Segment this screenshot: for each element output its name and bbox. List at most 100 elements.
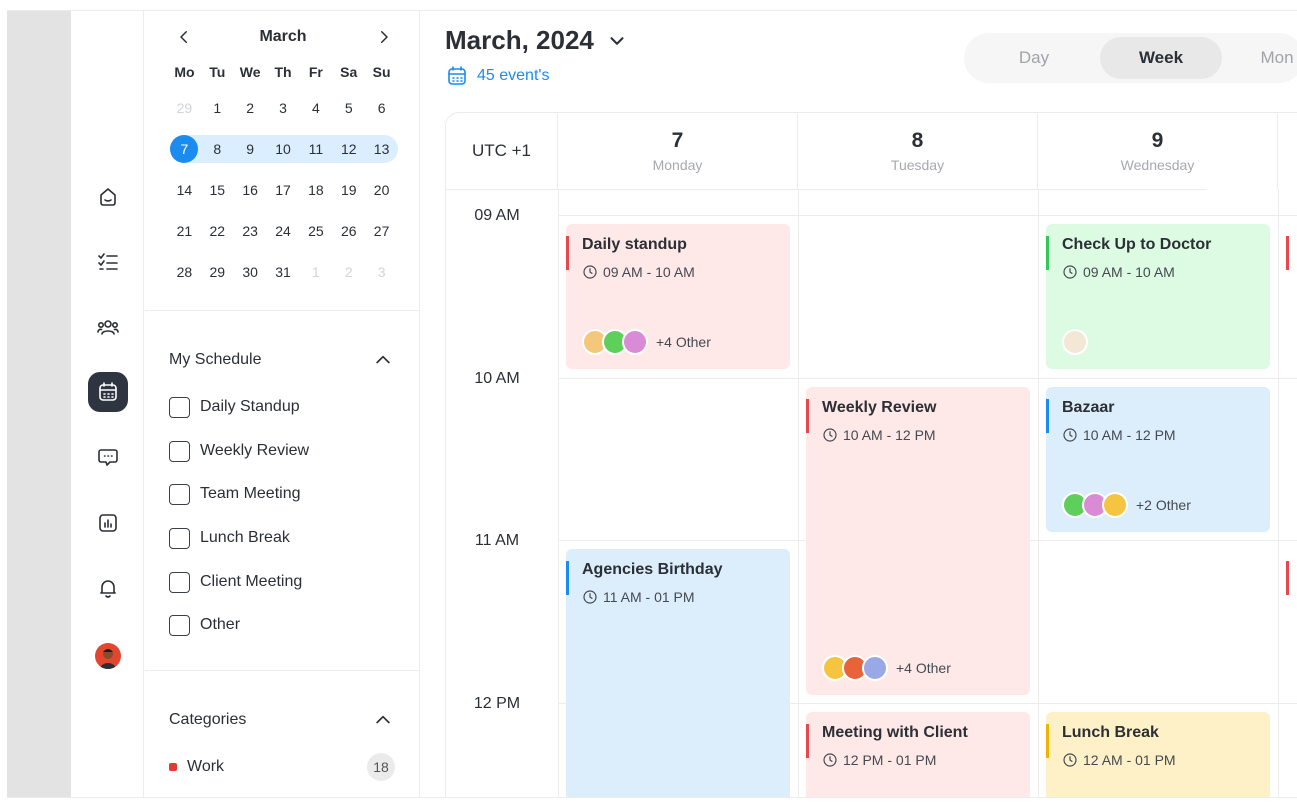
day-cell[interactable]: 18 [299, 176, 332, 204]
day-cell[interactable]: 9 [234, 135, 267, 163]
weekday-label: Su [372, 64, 391, 80]
event-time-label: 12 AM - 01 PM [1083, 752, 1176, 768]
day-cell[interactable]: 19 [332, 176, 365, 204]
day-cell[interactable]: 12 [332, 135, 365, 163]
divider [145, 670, 420, 671]
time-label: 09 AM [474, 207, 520, 224]
schedule-item-team-meeting[interactable]: Team Meeting [169, 483, 301, 505]
day-cell[interactable]: 29 [168, 94, 201, 122]
day-cell[interactable]: 25 [299, 217, 332, 245]
schedule-item-lunch-break[interactable]: Lunch Break [169, 527, 290, 549]
bell-icon[interactable] [88, 568, 128, 608]
month-selector[interactable]: March, 2024 [445, 25, 628, 56]
day-cell[interactable]: 2 [332, 258, 365, 286]
schedule-item-weekly-review[interactable]: Weekly Review [169, 440, 309, 462]
checkbox[interactable] [169, 527, 190, 549]
event-bazaar[interactable]: Bazaar 10 AM - 12 PM +2 Other [1046, 387, 1270, 532]
checkbox-label: Other [200, 616, 241, 633]
event-check-up-to-doctor[interactable]: Check Up to Doctor 09 AM - 10 AM [1046, 224, 1270, 369]
checkbox[interactable] [169, 440, 190, 462]
day-cell[interactable]: 2 [234, 94, 267, 122]
events-count[interactable]: 45 event's [445, 64, 549, 88]
schedule-item-client-meeting[interactable]: Client Meeting [169, 571, 302, 593]
day-header-wednesday[interactable]: 9 Wednesday [1038, 113, 1278, 189]
day-cell[interactable]: 1 [201, 94, 234, 122]
event-meeting-with-client[interactable]: Meeting with Client 12 PM - 01 PM [806, 712, 1030, 797]
home-icon[interactable] [88, 177, 128, 217]
day-cell[interactable]: 1 [299, 258, 332, 286]
day-cell[interactable]: 14 [168, 176, 201, 204]
event-lunch-break[interactable]: Lunch Break 12 AM - 01 PM [1046, 712, 1270, 797]
view-month-button[interactable]: Mon [1232, 37, 1297, 79]
day-cell[interactable]: 21 [168, 217, 201, 245]
team-icon[interactable] [88, 307, 128, 347]
day-name: Monday [652, 157, 703, 173]
day-cell[interactable]: 27 [365, 217, 398, 245]
checkbox[interactable] [169, 571, 190, 593]
weekday-row: Mo Tu We Th Fr Sa Su [168, 58, 398, 86]
grid-line [558, 215, 1297, 216]
event-daily-standup[interactable]: Daily standup 09 AM - 10 AM +4 Other [566, 224, 790, 369]
weekday-label: Sa [340, 64, 358, 80]
next-month-button[interactable] [372, 25, 396, 49]
calendar-small-icon [448, 66, 466, 85]
user-avatar[interactable] [95, 643, 121, 669]
day-cell[interactable]: 4 [299, 94, 332, 122]
day-cell[interactable]: 13 [365, 135, 398, 163]
day-cell[interactable]: 29 [201, 258, 234, 286]
day-cell[interactable]: 17 [267, 176, 300, 204]
categories-title: Categories [169, 711, 247, 728]
next-day-event-edge[interactable] [1286, 236, 1289, 270]
tasks-icon[interactable] [88, 242, 128, 282]
checkbox-label: Team Meeting [200, 485, 301, 502]
day-cell[interactable]: 15 [201, 176, 234, 204]
events-count-label: 45 event's [477, 67, 550, 84]
day-cell[interactable]: 22 [201, 217, 234, 245]
day-cell[interactable]: 26 [332, 217, 365, 245]
chat-icon[interactable] [88, 437, 128, 477]
view-day-button[interactable]: Day [974, 37, 1094, 79]
analytics-icon[interactable] [88, 503, 128, 543]
timezone-label: UTC +1 [446, 113, 558, 189]
day-cell[interactable]: 3 [365, 258, 398, 286]
event-time: 11 AM - 01 PM [582, 589, 790, 605]
categories-collapse-button[interactable] [373, 710, 393, 730]
day-cell[interactable]: 31 [267, 258, 300, 286]
checkbox[interactable] [169, 483, 190, 505]
category-item-work[interactable]: Work 18 [169, 753, 395, 781]
event-weekly-review[interactable]: Weekly Review 10 AM - 12 PM +4 Other [806, 387, 1030, 695]
day-cell[interactable]: 11 [299, 135, 332, 163]
day-cell[interactable]: 16 [234, 176, 267, 204]
view-week-button[interactable]: Week [1100, 37, 1222, 79]
schedule-item-other[interactable]: Other [169, 614, 240, 636]
event-attendees[interactable]: +4 Other [822, 655, 951, 681]
event-attendees[interactable]: +2 Other [1062, 492, 1191, 518]
grid-line [1278, 189, 1279, 797]
day-header-monday[interactable]: 7 Monday [558, 113, 798, 189]
day-cell[interactable]: 20 [365, 176, 398, 204]
event-attendees[interactable]: +4 Other [582, 329, 711, 355]
event-agencies-birthday[interactable]: Agencies Birthday 11 AM - 01 PM [566, 549, 790, 797]
day-cell[interactable]: 8 [201, 135, 234, 163]
day-cell[interactable]: 30 [234, 258, 267, 286]
schedule-item-daily-standup[interactable]: Daily Standup [169, 396, 300, 418]
day-cell[interactable]: 6 [365, 94, 398, 122]
next-day-event-edge[interactable] [1286, 561, 1289, 595]
day-cell[interactable]: 5 [332, 94, 365, 122]
day-cell[interactable]: 3 [267, 94, 300, 122]
checkbox[interactable] [169, 614, 190, 636]
schedule-collapse-button[interactable] [373, 350, 393, 370]
day-header-tuesday[interactable]: 8 Tuesday [798, 113, 1038, 189]
app-window: March Mo Tu We Th Fr Sa Su 29 1 2 3 4 5 … [7, 10, 1297, 798]
event-attendees[interactable] [1062, 329, 1088, 355]
event-time-label: 10 AM - 12 PM [843, 427, 936, 443]
day-cell[interactable]: 10 [267, 135, 300, 163]
event-time-label: 09 AM - 10 AM [603, 264, 695, 280]
day-cell-selected[interactable]: 7 [168, 135, 201, 163]
day-cell[interactable]: 28 [168, 258, 201, 286]
clock-icon [823, 428, 837, 442]
calendar-icon[interactable] [88, 372, 128, 412]
checkbox[interactable] [169, 396, 190, 418]
day-cell[interactable]: 24 [267, 217, 300, 245]
day-cell[interactable]: 23 [234, 217, 267, 245]
